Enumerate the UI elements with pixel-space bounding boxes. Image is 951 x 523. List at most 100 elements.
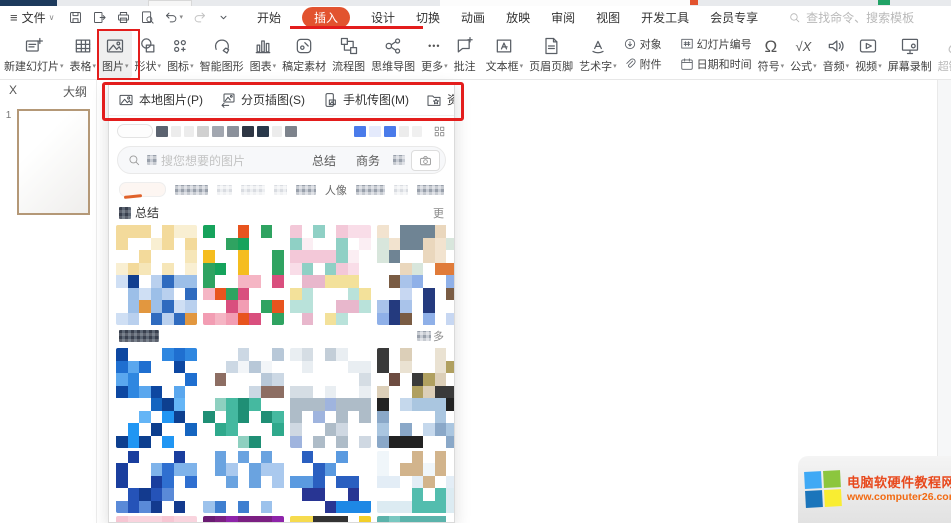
- category-tab-censored[interactable]: [285, 126, 297, 137]
- ribbon-公式-button[interactable]: √X公式▾: [787, 30, 820, 78]
- ribbon-超链接-button[interactable]: 超链接▾: [935, 30, 951, 78]
- ribbon-音频-button[interactable]: 音频▾: [820, 30, 853, 78]
- ribbon-符号-button[interactable]: Ω符号▾: [755, 30, 788, 78]
- hamburger-icon[interactable]: ≡: [10, 10, 18, 25]
- stock-image-thumbnail[interactable]: [203, 451, 284, 513]
- collapse-button[interactable]: [216, 10, 231, 25]
- quick-tag[interactable]: 商务: [349, 152, 387, 169]
- ribbon-图标-button[interactable]: 图标▾: [164, 30, 197, 78]
- stock-image-thumbnail[interactable]: [377, 348, 455, 448]
- ribbon-图片-button[interactable]: 图片▾: [99, 30, 132, 78]
- filter-chip-人像[interactable]: 人像: [325, 182, 347, 198]
- filter-chip-censored[interactable]: [356, 185, 385, 195]
- ribbon-页眉页脚-button[interactable]: 页眉页脚: [526, 30, 576, 78]
- section-more-link[interactable]: 多: [417, 328, 444, 344]
- quick-tag[interactable]: 总结: [305, 152, 343, 169]
- menu-item-手机传图(M)[interactable]: 手机传图(M): [322, 91, 409, 108]
- stock-image-thumbnail[interactable]: [203, 225, 284, 325]
- slides-tab[interactable]: X: [9, 83, 17, 100]
- section-more-link[interactable]: 更: [433, 205, 444, 221]
- category-tab-censored[interactable]: [184, 126, 194, 137]
- category-tab-censored[interactable]: [197, 126, 209, 137]
- ribbon-形状-button[interactable]: 形状▾: [132, 30, 165, 78]
- ribbon-视频-button[interactable]: 视频▾: [852, 30, 885, 78]
- ribbon-更多-button[interactable]: •••更多▾: [418, 30, 451, 78]
- category-tab-censored[interactable]: [369, 126, 381, 137]
- ribbon-屏幕录制-button[interactable]: 屏幕录制: [885, 30, 935, 78]
- tab-切换[interactable]: 切换: [416, 9, 440, 26]
- ribbon-流程图-button[interactable]: 流程图: [329, 30, 368, 78]
- category-tab-censored[interactable]: [171, 126, 181, 137]
- stock-image-thumbnail[interactable]: [116, 516, 197, 523]
- ribbon-文本框-button[interactable]: 文本框▾: [483, 30, 527, 78]
- stock-image-thumbnail[interactable]: [377, 225, 455, 325]
- filter-chip-censored[interactable]: [217, 185, 233, 195]
- tab-插入[interactable]: 插入: [302, 7, 350, 28]
- ribbon-日期和时间[interactable]: 日期和时间: [680, 56, 752, 72]
- category-tab-censored[interactable]: [354, 126, 366, 137]
- menu-item-本地图片(P)[interactable]: 本地图片(P): [118, 91, 203, 108]
- file-menu[interactable]: 文件 ∨: [22, 9, 55, 26]
- stock-image-thumbnail[interactable]: [377, 516, 455, 523]
- stock-image-thumbnail[interactable]: [290, 225, 371, 325]
- tab-审阅[interactable]: 审阅: [551, 9, 575, 26]
- menu-item-资源夹图片[interactable]: 资源夹图片: [426, 91, 455, 108]
- print-preview-button[interactable]: [140, 10, 155, 25]
- tab-会员专享[interactable]: 会员专享: [710, 9, 758, 26]
- category-tab-censored[interactable]: [257, 126, 269, 137]
- category-tab-censored[interactable]: [227, 126, 239, 137]
- command-search[interactable]: 查找命令、搜索模板: [788, 9, 914, 26]
- slide-thumbnail[interactable]: [17, 109, 90, 215]
- ribbon-表格-button[interactable]: 表格▾: [67, 30, 100, 78]
- image-search-bar[interactable]: 搜您想要的图片 总结 商务: [117, 146, 446, 174]
- ribbon-批注-button[interactable]: 批注: [451, 30, 479, 78]
- filter-chip-censored[interactable]: [175, 185, 208, 195]
- undo-dropdown-icon[interactable]: ▾: [179, 14, 183, 21]
- ribbon-幻灯片编号[interactable]: 幻灯片编号: [680, 36, 752, 52]
- stock-image-thumbnail[interactable]: [203, 516, 284, 523]
- stock-image-thumbnail[interactable]: [116, 451, 197, 513]
- ribbon-稿定素材-button[interactable]: 稿定素材: [279, 30, 329, 78]
- tab-动画[interactable]: 动画: [461, 9, 485, 26]
- stock-image-thumbnail[interactable]: [116, 348, 197, 448]
- filter-chip-censored[interactable]: [394, 185, 408, 195]
- ribbon-图表-button[interactable]: 图表▾: [247, 30, 280, 78]
- ribbon-新建幻灯片-button[interactable]: 新建幻灯片▾: [1, 30, 67, 78]
- ribbon-智能图形-button[interactable]: 智能图形: [197, 30, 247, 78]
- ribbon-思维导图-button[interactable]: 思维导图: [368, 30, 418, 78]
- category-tab-censored[interactable]: [212, 126, 224, 137]
- filter-chip-censored[interactable]: [296, 185, 315, 195]
- filter-chip-censored[interactable]: [241, 185, 264, 195]
- ribbon-对象[interactable]: 对象: [623, 36, 670, 52]
- category-tab-censored[interactable]: [384, 126, 396, 137]
- ribbon-艺术字-button[interactable]: 艺术字▾: [576, 30, 620, 78]
- category-tab-censored[interactable]: [272, 126, 282, 137]
- outline-tab[interactable]: 大纲: [63, 83, 87, 100]
- stock-image-thumbnail[interactable]: [377, 451, 455, 513]
- stock-image-thumbnail[interactable]: [290, 516, 371, 523]
- stock-image-thumbnail[interactable]: [290, 451, 371, 513]
- filter-chip-censored[interactable]: [417, 185, 444, 195]
- tab-开始[interactable]: 开始: [257, 9, 281, 26]
- category-tab-pill[interactable]: [117, 124, 153, 138]
- category-tab-censored[interactable]: [156, 126, 168, 137]
- search-by-image-button[interactable]: [411, 150, 440, 171]
- category-tab-censored[interactable]: [242, 126, 254, 137]
- print-button[interactable]: [116, 10, 131, 25]
- stock-image-thumbnail[interactable]: [203, 348, 284, 448]
- undo-button[interactable]: ▾: [164, 10, 183, 25]
- tab-开发工具[interactable]: 开发工具: [641, 9, 689, 26]
- export-button[interactable]: [92, 10, 107, 25]
- category-tab-censored[interactable]: [412, 126, 422, 137]
- filter-chip-censored[interactable]: [274, 185, 288, 195]
- save-button[interactable]: [68, 10, 83, 25]
- stock-image-thumbnail[interactable]: [290, 348, 371, 448]
- tab-放映[interactable]: 放映: [506, 9, 530, 26]
- tab-视图[interactable]: 视图: [596, 9, 620, 26]
- ribbon-附件[interactable]: 附件: [623, 56, 670, 72]
- tab-设计[interactable]: 设计: [371, 9, 395, 26]
- filter-chip-selected[interactable]: [119, 182, 166, 197]
- redo-button[interactable]: [192, 10, 207, 25]
- stock-image-thumbnail[interactable]: [116, 225, 197, 325]
- menu-item-分页插图(S)[interactable]: 分页插图(S): [220, 91, 305, 108]
